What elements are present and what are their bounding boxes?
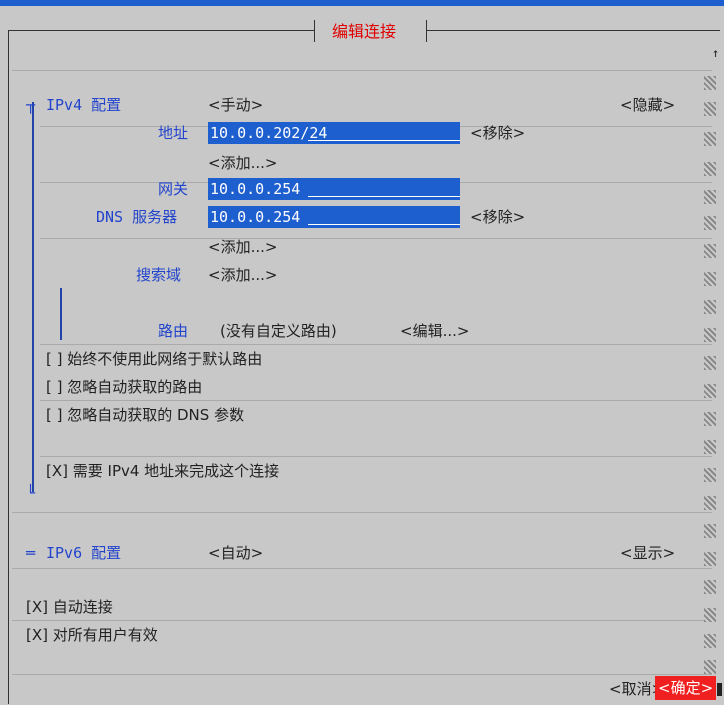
ipv6-config-label: IPv6 配置: [46, 544, 122, 562]
scrollbar-track[interactable]: [704, 608, 716, 622]
remove-dns-button[interactable]: <移除>: [470, 206, 525, 228]
scrollbar-track[interactable]: [704, 272, 716, 286]
scrollbar-track[interactable]: [704, 244, 716, 258]
collapsed-branch-icon: ═: [26, 544, 36, 562]
scrollbar-track[interactable]: [704, 468, 716, 482]
route-tree-bar: [60, 288, 62, 340]
separator: [40, 400, 712, 401]
dialog-title: 编辑连接: [332, 22, 397, 41]
scrollbar-track[interactable]: [704, 580, 716, 594]
scrollbar-track[interactable]: [704, 634, 716, 648]
separator: [12, 568, 712, 569]
scrollbar-track[interactable]: [704, 552, 716, 566]
title-tick-left: [314, 20, 315, 42]
dns-server-input[interactable]: 10.0.0.254: [208, 206, 460, 228]
scrollbar-track[interactable]: [704, 412, 716, 426]
edit-connection-dialog: 编辑连接 ↑ ┬ └ IPv4 配置 <手动> <隐藏> 地址 10.0.0.2…: [2, 6, 722, 705]
address-label: 地址: [158, 124, 189, 142]
scrollbar-track[interactable]: [704, 496, 716, 510]
scrollbar-track[interactable]: [704, 660, 716, 674]
add-search-domain-button[interactable]: <添加...>: [208, 264, 277, 286]
auto-connect-checkbox[interactable]: [X] 自动连接: [26, 596, 113, 618]
title-tick-right: [426, 20, 427, 42]
scroll-up-arrow-icon[interactable]: ↑: [712, 42, 719, 64]
separator: [12, 70, 712, 71]
ignore-auto-dns-checkbox[interactable]: [ ] 忽略自动获取的 DNS 参数: [46, 404, 244, 426]
scrollbar-track[interactable]: [704, 440, 716, 454]
scrollbar-track[interactable]: [704, 384, 716, 398]
scrollbar-track[interactable]: [704, 132, 716, 146]
separator: [40, 456, 712, 457]
tree-branch-icon: ┬: [26, 96, 36, 114]
gateway-label: 网关: [158, 180, 189, 198]
separator: [12, 512, 712, 513]
scrollbar-track[interactable]: [704, 190, 716, 204]
scrollbar-track[interactable]: [704, 300, 716, 314]
separator: [40, 344, 712, 345]
scrollbar-track[interactable]: [704, 356, 716, 370]
ok-button[interactable]: <确定>: [655, 676, 717, 700]
scrollbar-track[interactable]: [704, 216, 716, 230]
text-cursor: [717, 683, 722, 696]
ipv4-hide-button[interactable]: <隐藏>: [620, 94, 675, 116]
ipv6-show-button[interactable]: <显示>: [620, 542, 675, 564]
dns-server-label: DNS 服务器: [96, 208, 178, 226]
address-input[interactable]: 10.0.0.202/24: [208, 122, 460, 144]
add-dns-button[interactable]: <添加...>: [208, 236, 277, 258]
ipv4-mode-dropdown[interactable]: <手动>: [208, 94, 263, 116]
ipv4-tree-bar: [32, 102, 34, 492]
title-rule-right: [426, 30, 720, 31]
separator: [12, 620, 712, 621]
remove-address-button[interactable]: <移除>: [470, 122, 525, 144]
require-ipv4-checkbox[interactable]: [X] 需要 IPv4 地址来完成这个连接: [46, 460, 279, 482]
separator: [12, 674, 712, 675]
scrollbar-track[interactable]: [704, 102, 716, 116]
routing-label: 路由: [158, 322, 189, 340]
routing-value: (没有自定义路由): [220, 322, 337, 340]
ignore-auto-routes-checkbox[interactable]: [ ] 忽略自动获取的路由: [46, 376, 202, 398]
separator: [40, 238, 712, 239]
ipv4-config-label: IPv4 配置: [46, 96, 122, 114]
never-default-route-checkbox[interactable]: [ ] 始终不使用此网络于默认路由: [46, 348, 262, 370]
scrollbar-track[interactable]: [704, 162, 716, 176]
all-users-checkbox[interactable]: [X] 对所有用户有效: [26, 624, 158, 646]
frame-left-border: [8, 30, 9, 704]
title-rule-left: [8, 30, 314, 31]
edit-routes-button[interactable]: <编辑...>: [400, 320, 469, 342]
add-address-button[interactable]: <添加...>: [208, 152, 277, 174]
ipv6-mode-dropdown[interactable]: <自动>: [208, 542, 263, 564]
tree-end-icon: └: [26, 484, 36, 502]
search-domain-label: 搜索域: [136, 266, 182, 284]
gateway-input[interactable]: 10.0.0.254: [208, 178, 460, 200]
scrollbar-track[interactable]: [704, 76, 716, 90]
scrollbar-track[interactable]: [704, 328, 716, 342]
scrollbar-track[interactable]: [704, 524, 716, 538]
